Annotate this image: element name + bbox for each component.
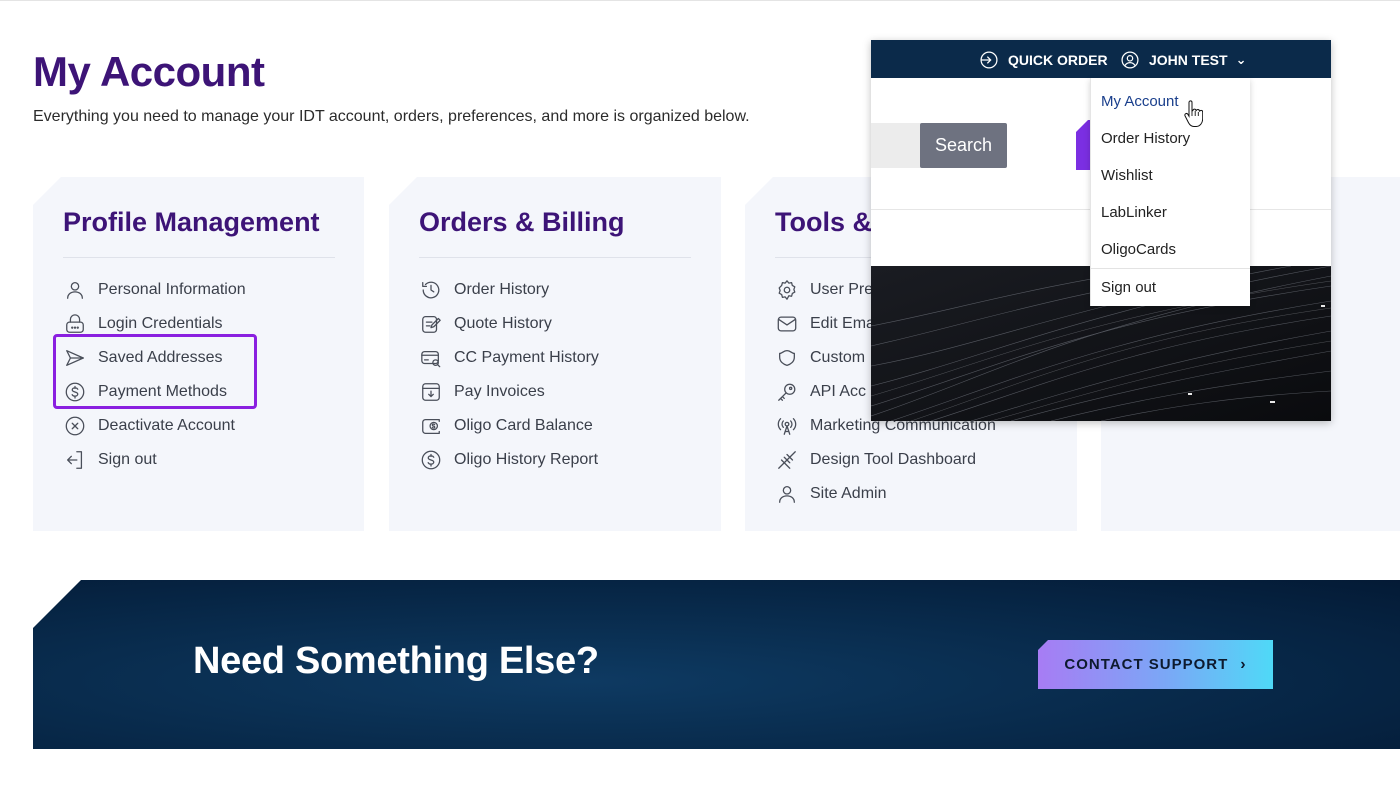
link-pay-invoices[interactable]: Pay Invoices <box>419 375 599 409</box>
search-input[interactable] <box>871 123 921 168</box>
card-divider <box>419 257 691 258</box>
link-label: Sign out <box>98 451 157 468</box>
hand-cursor-icon <box>1184 100 1203 127</box>
link-label: Edit Ema <box>810 315 875 332</box>
card-search-icon <box>419 346 443 370</box>
dropdown-item-order-history[interactable]: Order History <box>1091 120 1250 157</box>
link-label: Order History <box>454 281 550 298</box>
dollar-circle-icon <box>419 448 443 472</box>
link-label: API Acc <box>810 383 867 400</box>
link-label: Deactivate Account <box>98 417 235 434</box>
link-label: Quote History <box>454 315 552 332</box>
page-subtitle: Everything you need to manage your IDT a… <box>33 108 750 125</box>
utility-bar: QUICK ORDER JOHN TEST ⌄ <box>871 40 1331 78</box>
dropdown-item-sign-out[interactable]: Sign out <box>1091 269 1250 306</box>
link-order-history[interactable]: Order History <box>419 273 599 307</box>
dropdown-list: My Account Order History Wishlist LabLin… <box>1091 78 1250 268</box>
link-label: Oligo Card Balance <box>454 417 593 434</box>
dropdown-footer: Sign out <box>1091 269 1250 306</box>
link-label: Login Credentials <box>98 315 223 332</box>
card-link-list: Order History Quote History CC Payment H… <box>419 273 599 477</box>
dna-icon <box>775 448 799 472</box>
gear-icon <box>775 278 799 302</box>
card-divider <box>63 257 335 258</box>
person-icon <box>775 482 799 506</box>
card-title: Orders & Billing <box>419 207 625 237</box>
link-oligo-history-report[interactable]: Oligo History Report <box>419 443 599 477</box>
quote-icon <box>419 312 443 336</box>
contact-support-label: CONTACT SUPPORT <box>1064 656 1229 673</box>
card-balance-icon <box>419 414 443 438</box>
broadcast-icon <box>775 414 799 438</box>
key-icon <box>775 380 799 404</box>
mail-icon <box>775 312 799 336</box>
sign-in-icon <box>980 51 998 69</box>
x-circle-icon <box>63 414 87 438</box>
highlight-box <box>53 334 257 409</box>
top-divider <box>0 0 1400 1</box>
link-site-admin[interactable]: Site Admin <box>775 477 996 511</box>
dropdown-item-oligocards[interactable]: OligoCards <box>1091 231 1250 268</box>
user-menu-toggle[interactable]: JOHN TEST ⌄ <box>1120 50 1246 70</box>
contact-support-button[interactable]: CONTACT SUPPORT › <box>1038 640 1273 689</box>
quick-order-label: QUICK ORDER <box>1008 52 1108 68</box>
person-icon <box>63 278 87 302</box>
custom-icon <box>775 346 799 370</box>
link-deactivate-account[interactable]: Deactivate Account <box>63 409 246 443</box>
link-label: Design Tool Dashboard <box>810 451 977 468</box>
invoice-icon <box>419 380 443 404</box>
link-label: CC Payment History <box>454 349 599 366</box>
search-button[interactable]: Search <box>920 123 1007 168</box>
dropdown-item-my-account[interactable]: My Account <box>1091 83 1250 120</box>
card-title: Profile Management <box>63 207 320 237</box>
link-label: User Pre <box>810 281 874 298</box>
history-icon <box>419 278 443 302</box>
link-quote-history[interactable]: Quote History <box>419 307 599 341</box>
chevron-right-icon: › <box>1240 655 1247 673</box>
lock-icon <box>63 312 87 336</box>
dropdown-item-wishlist[interactable]: Wishlist <box>1091 157 1250 194</box>
link-label: Custom <box>810 349 866 366</box>
card-orders-billing: Orders & Billing Order History Quote His… <box>389 177 721 531</box>
support-banner: Need Something Else? CONTACT SUPPORT › <box>33 580 1400 749</box>
link-label: Pay Invoices <box>454 383 545 400</box>
user-circle-icon <box>1121 51 1139 69</box>
link-cc-payment-history[interactable]: CC Payment History <box>419 341 599 375</box>
link-personal-information[interactable]: Personal Information <box>63 273 246 307</box>
link-sign-out[interactable]: Sign out <box>63 443 246 477</box>
sign-out-icon <box>63 448 87 472</box>
chevron-down-icon: ⌄ <box>1235 52 1247 67</box>
banner-title: Need Something Else? <box>193 640 599 682</box>
link-label: Personal Information <box>98 281 246 298</box>
user-dropdown-menu: My Account Order History Wishlist LabLin… <box>1090 78 1250 306</box>
link-label: Oligo History Report <box>454 451 599 468</box>
page-title: My Account <box>33 48 265 95</box>
user-name: JOHN TEST <box>1149 52 1228 68</box>
card-title: Tools & <box>775 207 872 237</box>
dropdown-item-lablinker[interactable]: LabLinker <box>1091 194 1250 231</box>
link-design-tool-dashboard[interactable]: Design Tool Dashboard <box>775 443 996 477</box>
link-label: Site Admin <box>810 485 887 502</box>
quick-order-link[interactable]: QUICK ORDER <box>979 50 1108 70</box>
link-oligo-card-balance[interactable]: Oligo Card Balance <box>419 409 599 443</box>
